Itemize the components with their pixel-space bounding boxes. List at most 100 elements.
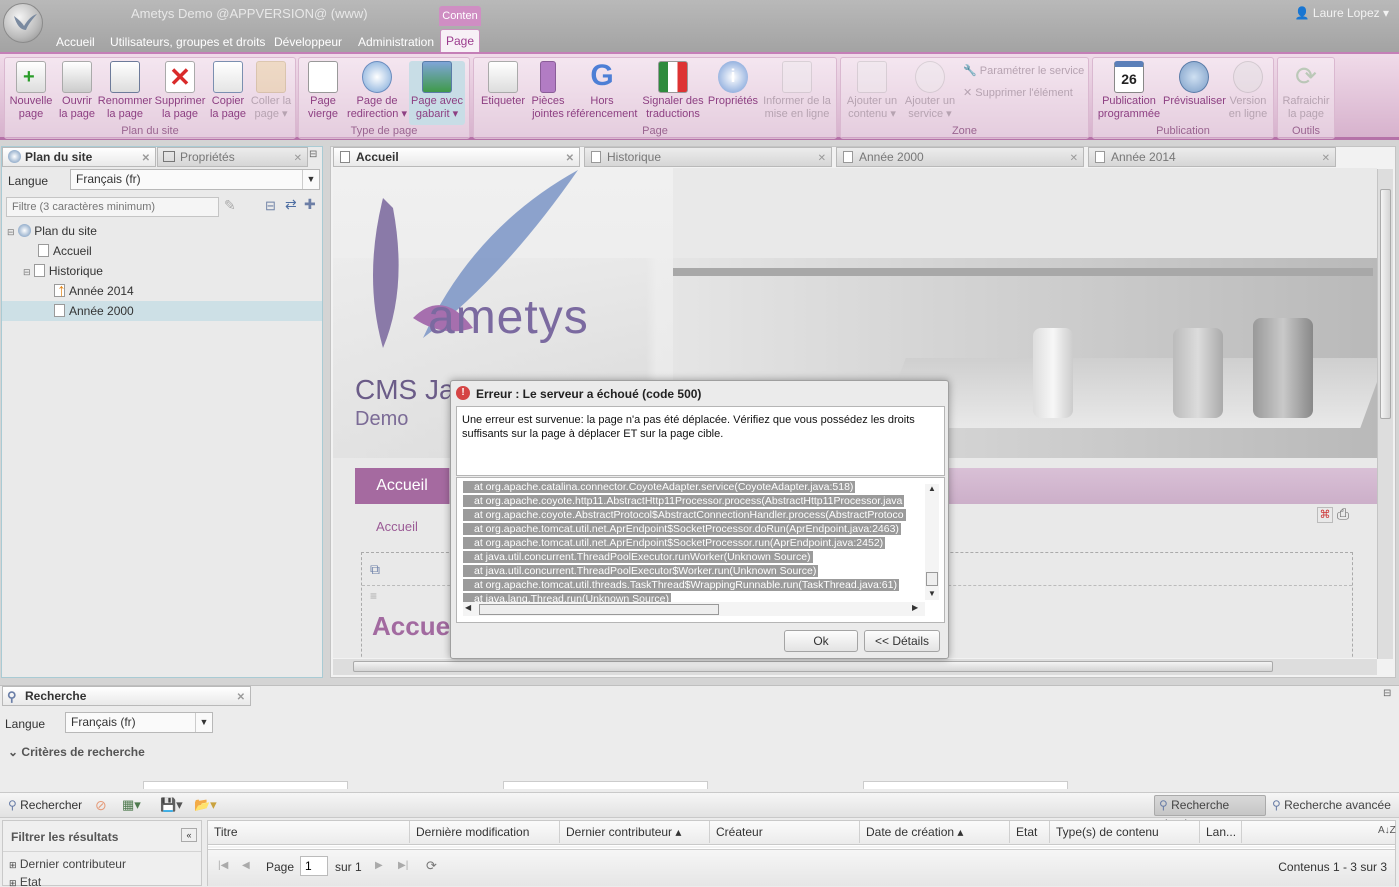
first-page-icon[interactable]: |◀ [218, 860, 228, 871]
content-edit-icon[interactable]: ≡ [370, 589, 377, 603]
col-content-types[interactable]: Type(s) de contenu [1050, 821, 1200, 843]
refresh-icon[interactable]: ⟳ [426, 858, 437, 874]
refresh-tree-icon[interactable]: ⇄ [285, 196, 297, 213]
close-icon[interactable]: ✕ [1070, 150, 1078, 168]
details-button[interactable]: << Détails [864, 630, 940, 652]
delete-page-button[interactable]: ✕ Supprimer la page [153, 61, 207, 121]
template-page-button[interactable]: Page avec gabarit ▾ [409, 61, 465, 125]
blank-page-button[interactable]: Page vierge [301, 61, 345, 121]
add-content-button[interactable]: Ajouter un contenu ▾ [843, 61, 901, 121]
refresh-page-button[interactable]: ⟳ Rafraichir la page [1280, 61, 1332, 121]
sort-az-icon[interactable]: A↓Z [1378, 825, 1396, 836]
tab-page[interactable]: Page [440, 29, 480, 52]
collapse-left-icon[interactable]: « [181, 828, 197, 842]
horizontal-scrollbar[interactable] [333, 659, 1377, 675]
tab-sitemap[interactable]: Plan du site ✕ [2, 147, 156, 167]
user-menu[interactable]: 👤 Laure Lopez ▾ [1295, 6, 1389, 20]
paste-page-button[interactable]: Coller la page ▾ [249, 61, 293, 121]
col-creation-date[interactable]: Date de création ▴ [860, 821, 1010, 843]
report-translations-button[interactable]: Signaler des traductions [640, 61, 706, 121]
close-icon[interactable]: ✕ [142, 150, 150, 168]
tab-administration[interactable]: Administration [352, 32, 440, 52]
new-page-button[interactable]: + Nouvelle page [7, 61, 55, 121]
attachments-button[interactable]: Pièces jointes [530, 61, 566, 121]
filter-input[interactable] [6, 197, 219, 217]
criteria-field[interactable] [143, 781, 348, 789]
stack-trace-box[interactable]: at org.apache.catalina.connector.CoyoteA… [456, 477, 945, 623]
search-language-select[interactable]: Français (fr) ▼ [65, 712, 213, 733]
col-title[interactable]: Titre [208, 821, 410, 843]
close-icon[interactable]: ✕ [237, 689, 245, 707]
redirect-page-button[interactable]: Page de redirection ▾ [345, 61, 409, 121]
site-nav-accueil[interactable]: Accueil [355, 468, 449, 504]
criteria-field[interactable] [503, 781, 708, 789]
collapse-panel-icon[interactable]: ⊟ [309, 149, 317, 160]
scroll-up-icon[interactable]: ▲ [928, 484, 936, 493]
filter-state[interactable]: ⊞ Etat [9, 875, 41, 887]
language-select[interactable]: Français (fr) ▼ [70, 169, 320, 190]
trace-horizontal-scrollbar[interactable]: ◀ ▶ [463, 602, 925, 616]
tab-users-groups-rights[interactable]: Utilisateurs, groupes et droits [104, 32, 271, 52]
tab-annee-2014-page[interactable]: Année 2014 ✕ [1088, 147, 1336, 167]
criteria-toggle[interactable]: ⌄ Critères de recherche [8, 745, 145, 759]
close-icon[interactable]: ✕ [818, 150, 826, 168]
collapse-all-icon[interactable]: ⊟ [265, 198, 276, 214]
cancel-icon[interactable]: ⊘ [95, 797, 107, 814]
tab-annee-2000-page[interactable]: Année 2000 ✕ [836, 147, 1084, 167]
close-icon[interactable]: ✕ [294, 150, 302, 168]
col-state[interactable]: Etat [1010, 821, 1050, 843]
zone-edit-icon[interactable]: ⧉ [370, 561, 380, 578]
search-button[interactable]: ⚲ Rechercher [8, 798, 82, 812]
col-last-contributor[interactable]: Dernier contributeur ▴ [560, 821, 710, 843]
folder-icon[interactable]: 📂▾ [194, 797, 217, 813]
app-menu-button[interactable] [3, 3, 43, 43]
configure-service-button[interactable]: 🔧 Paramétrer le service [963, 64, 1084, 77]
no-indexing-button[interactable]: G Hors référencement [566, 61, 638, 121]
tree-item-accueil[interactable]: Accueil [2, 241, 322, 261]
tab-accueil[interactable]: Accueil [50, 32, 101, 52]
col-last-modified[interactable]: Dernière modification [410, 821, 560, 843]
pdf-icon[interactable]: ⌘ [1317, 507, 1333, 523]
properties-button[interactable]: i Propriétés [706, 61, 760, 108]
scroll-thumb[interactable] [479, 604, 719, 615]
scroll-right-icon[interactable]: ▶ [912, 603, 918, 612]
simple-search-button[interactable]: ⚲ Recherche simple [1154, 795, 1266, 831]
collapse-panel-icon[interactable]: ⊟ [1383, 688, 1391, 699]
scroll-thumb[interactable] [926, 572, 938, 586]
collapse-icon[interactable]: ⊟ [7, 227, 15, 237]
col-language[interactable]: Lan... [1200, 821, 1242, 843]
tab-developer[interactable]: Développeur [268, 32, 348, 52]
tab-historique-page[interactable]: Historique ✕ [584, 147, 832, 167]
ok-button[interactable]: Ok [784, 630, 858, 652]
preview-button[interactable]: Prévisualiser [1163, 61, 1226, 108]
grid-options-icon[interactable]: ▦▾ [122, 797, 141, 813]
scroll-thumb[interactable] [1380, 189, 1391, 419]
tree-root[interactable]: ⊟ Plan du site [2, 221, 322, 241]
trace-vertical-scrollbar[interactable]: ▲ ▼ [925, 484, 939, 600]
tree-item-historique[interactable]: ⊟ Historique [2, 261, 322, 281]
save-icon[interactable]: 💾▾ [160, 797, 183, 813]
next-page-icon[interactable]: ▶ [375, 860, 383, 871]
delete-element-button[interactable]: ✕ Supprimer l'élément [963, 86, 1073, 99]
col-creator[interactable]: Créateur [710, 821, 860, 843]
tab-search[interactable]: ⚲ Recherche ✕ [2, 686, 251, 706]
prev-page-icon[interactable]: ◀ [242, 860, 250, 871]
plugin-icon[interactable]: ✚ [304, 196, 316, 213]
site-breadcrumb[interactable]: Accueil [376, 519, 418, 534]
clear-filter-icon[interactable]: ✎ [224, 197, 236, 214]
last-page-icon[interactable]: ▶| [398, 860, 408, 871]
scroll-down-icon[interactable]: ▼ [928, 589, 936, 598]
tag-button[interactable]: Etiqueter [476, 61, 530, 108]
print-icon[interactable]: ⎙ [1337, 506, 1349, 523]
live-version-button[interactable]: Version en ligne [1225, 61, 1271, 121]
rename-page-button[interactable]: Renommer la page [97, 61, 153, 121]
close-icon[interactable]: ✕ [566, 150, 574, 168]
scroll-thumb[interactable] [353, 661, 1273, 672]
copy-page-button[interactable]: Copier la page [207, 61, 249, 121]
tree-item-annee-2014[interactable]: Année 2014 [2, 281, 322, 301]
page-number-input[interactable] [300, 856, 328, 876]
filter-last-contributor[interactable]: ⊞ Dernier contributeur [9, 857, 126, 871]
close-icon[interactable]: ✕ [1322, 150, 1330, 168]
tab-properties[interactable]: Propriétés ✕ [157, 147, 308, 167]
add-service-button[interactable]: Ajouter un service ▾ [901, 61, 959, 121]
